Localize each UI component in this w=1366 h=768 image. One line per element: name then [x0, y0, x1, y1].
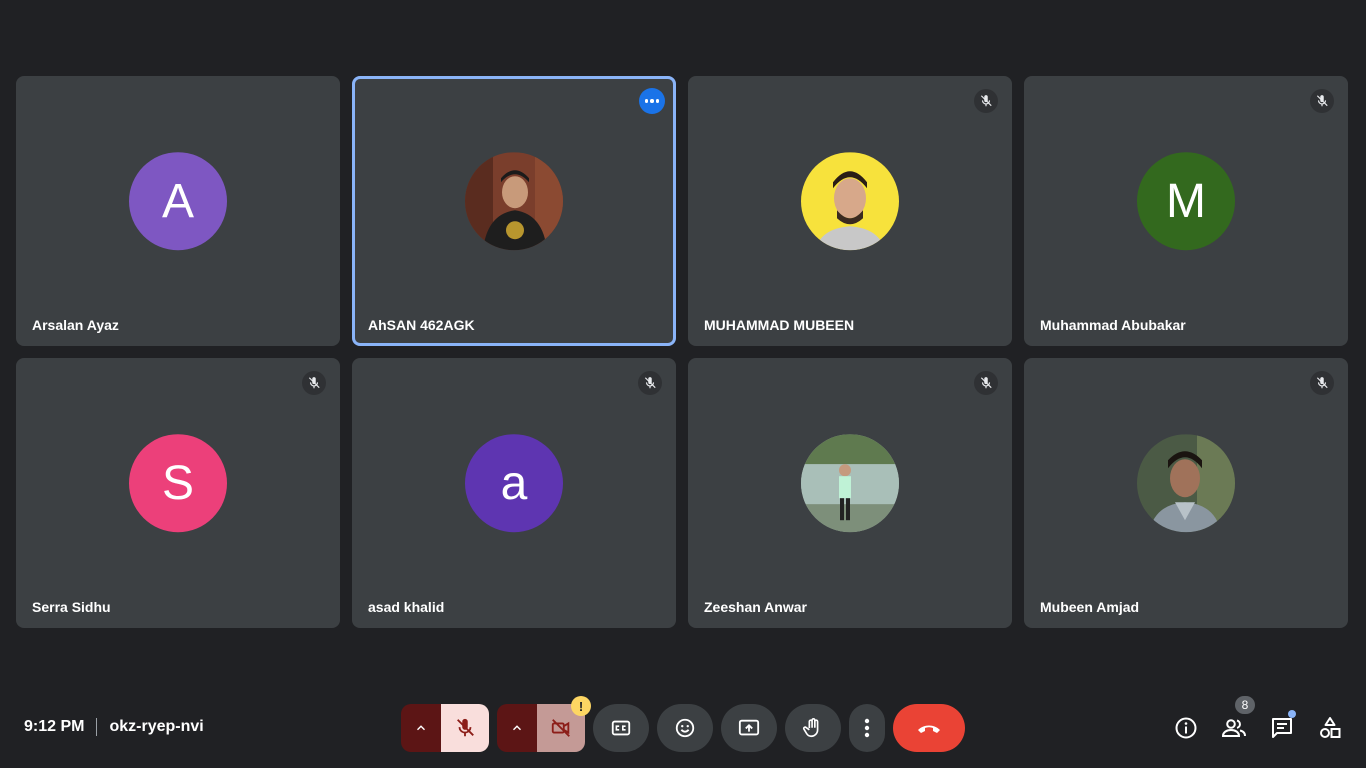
avatar-photo: [465, 152, 563, 251]
avatar: A: [129, 152, 227, 251]
avatar: S: [129, 434, 227, 533]
more-vert-icon: [864, 718, 870, 738]
meeting-details-button[interactable]: [1170, 712, 1202, 744]
avatar-photo: [1137, 434, 1235, 533]
participant-tile[interactable]: M Muhammad Abubakar: [1024, 76, 1348, 346]
participant-name: Mubeen Amjad: [1040, 599, 1140, 615]
participant-tile[interactable]: S Serra Sidhu: [16, 358, 340, 628]
audio-settings-button[interactable]: [401, 704, 441, 752]
participant-name: Zeeshan Anwar: [704, 599, 807, 615]
mic-off-icon: [1310, 89, 1334, 113]
divider: [96, 718, 98, 736]
participant-name: Serra Sidhu: [32, 599, 111, 615]
raise-hand-icon: [803, 718, 819, 738]
more-options-button[interactable]: [849, 704, 885, 752]
profile-photo: [801, 152, 899, 251]
camera-toggle-button[interactable]: !: [537, 696, 591, 752]
avatar-photo: [801, 434, 899, 533]
warning-badge: !: [571, 696, 591, 716]
leave-call-button[interactable]: [893, 704, 965, 752]
profile-photo: [801, 434, 899, 533]
avatar-photo: [801, 152, 899, 251]
chat-icon: [1272, 718, 1292, 738]
unread-dot: [1288, 710, 1296, 718]
participant-tile-active[interactable]: AhSAN 462AGK: [352, 76, 676, 346]
participant-name: AhSAN 462AGK: [368, 317, 475, 333]
mic-off-icon: [1310, 371, 1334, 395]
info-icon: [1175, 717, 1197, 739]
call-end-icon: [918, 725, 940, 733]
meeting-time: 9:12 PM: [24, 718, 85, 735]
meeting-code[interactable]: okz-ryep-nvi: [109, 718, 203, 736]
present-screen-button[interactable]: [721, 704, 777, 752]
mic-off-icon: [638, 371, 662, 395]
participant-tile[interactable]: MUHAMMAD MUBEEN: [688, 76, 1012, 346]
reactions-button[interactable]: [657, 704, 713, 752]
avatar: a: [465, 434, 563, 533]
mic-toggle-button[interactable]: [441, 704, 489, 752]
chevron-up-icon: [513, 725, 521, 731]
mic-off-icon: [974, 89, 998, 113]
more-options-icon[interactable]: [639, 88, 665, 114]
raise-hand-button[interactable]: [785, 704, 841, 752]
participant-tile[interactable]: Mubeen Amjad: [1024, 358, 1348, 628]
present-screen-icon: [738, 719, 760, 736]
captions-button[interactable]: [593, 704, 649, 752]
participant-tile[interactable]: a asad khalid: [352, 358, 676, 628]
emoji-icon: [675, 718, 695, 738]
participant-grid: A Arsalan Ayaz AhSAN 462AGK MUHAMMAD MUB…: [16, 76, 1350, 629]
participant-name: Muhammad Abubakar: [1040, 317, 1186, 333]
videocam-off-icon: [551, 719, 570, 737]
mic-off-icon: [302, 371, 326, 395]
mic-off-icon: [457, 718, 474, 737]
profile-photo: [465, 152, 563, 251]
activities-button[interactable]: [1314, 712, 1346, 744]
participant-name: Arsalan Ayaz: [32, 317, 119, 333]
people-icon: [1221, 719, 1246, 737]
profile-photo: [1137, 434, 1235, 533]
captions-icon: [611, 720, 631, 736]
activities-icon: [1320, 717, 1341, 738]
chevron-up-icon: [417, 725, 425, 731]
participant-name: MUHAMMAD MUBEEN: [704, 317, 855, 333]
people-button[interactable]: [1218, 712, 1250, 744]
mic-off-icon: [974, 371, 998, 395]
participant-tile[interactable]: A Arsalan Ayaz: [16, 76, 340, 346]
participant-tile[interactable]: Zeeshan Anwar: [688, 358, 1012, 628]
participant-name: asad khalid: [368, 599, 445, 615]
meeting-info: 9:12 PM okz-ryep-nvi: [24, 718, 204, 736]
avatar: M: [1137, 152, 1235, 251]
video-settings-button[interactable]: [497, 704, 537, 752]
